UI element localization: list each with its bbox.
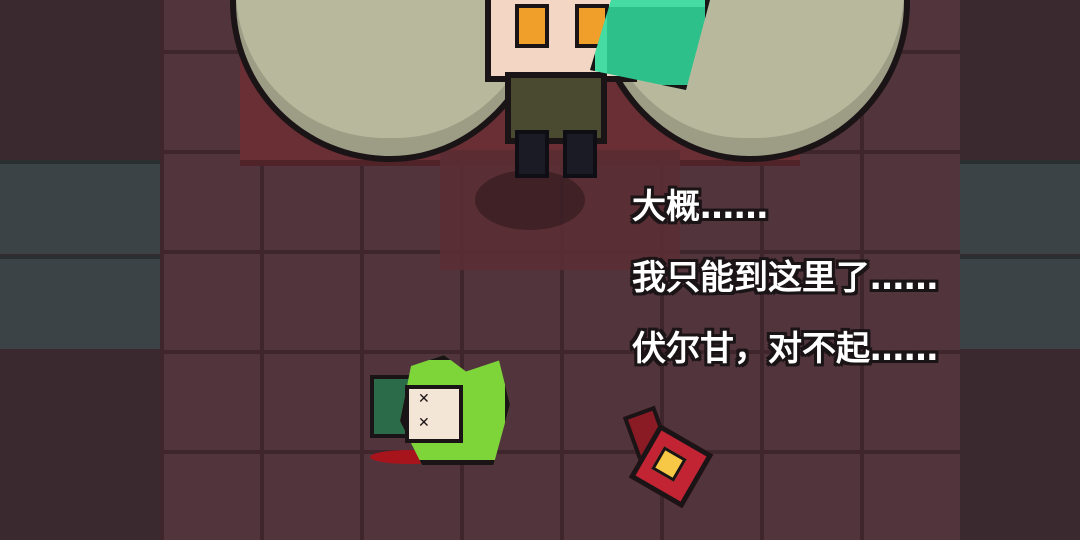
knocked-out-eye-icon: ✕ [418,415,430,431]
dropped-weapon [620,405,715,510]
boss-character [230,0,910,180]
left-wall-ledge-upper [0,160,160,254]
left-wall [0,0,160,540]
fallen-hero: ✕ ✕ [370,345,510,470]
boss-leg-left [515,130,549,178]
boss-eye-left [515,4,549,48]
game-scene: ✕ ✕ 大概…… 我只能到这里了…… 伏尔甘，对不起…… [0,0,1080,540]
dialogue-line: 大概…… [632,187,768,227]
dialogue-line: 我只能到这里了…… [632,258,938,298]
left-wall-ledge-lower [0,255,160,349]
boss-leg-right [563,130,597,178]
knocked-out-eye-icon: ✕ [418,391,430,407]
dialogue-line: 伏尔甘，对不起…… [632,329,938,369]
hero-face [405,385,463,443]
dialogue-box[interactable]: 大概…… 我只能到这里了…… 伏尔甘，对不起…… [632,188,1062,401]
